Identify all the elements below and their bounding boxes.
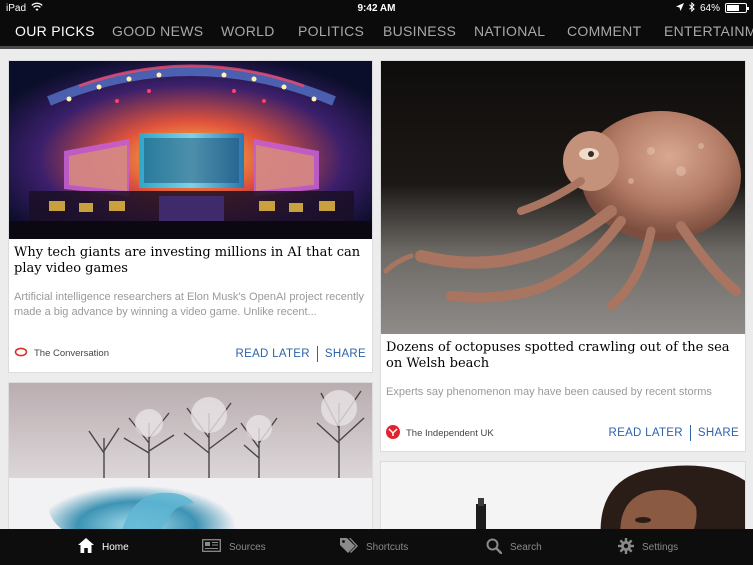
- tab-our-picks[interactable]: OUR PICKS: [15, 16, 95, 46]
- article-summary[interactable]: Artificial intelligence researchers at E…: [14, 290, 364, 320]
- tab-entertainment[interactable]: ENTERTAINMENT: [664, 16, 753, 46]
- article-image-esports-arena[interactable]: [9, 61, 372, 239]
- tab-business[interactable]: BUSINESS: [383, 16, 456, 46]
- tags-icon: [340, 538, 358, 556]
- nav-settings[interactable]: Settings: [618, 529, 678, 565]
- nav-label: Sources: [229, 541, 266, 553]
- nav-sources[interactable]: Sources: [202, 529, 266, 565]
- battery-percent: 64%: [699, 2, 720, 14]
- independent-eagle-logo-icon: [386, 425, 400, 442]
- tab-politics[interactable]: POLITICS: [298, 16, 364, 46]
- article-card-portrait[interactable]: [380, 461, 746, 529]
- read-later-button[interactable]: READ LATER: [236, 348, 310, 360]
- divider: [316, 346, 318, 362]
- tab-national[interactable]: NATIONAL: [474, 16, 545, 46]
- article-feed[interactable]: Why tech giants are investing millions i…: [0, 49, 753, 529]
- article-title[interactable]: Dozens of octopuses spotted crawling out…: [386, 340, 737, 371]
- nav-label: Shortcuts: [366, 541, 409, 553]
- nav-label: Search: [510, 541, 542, 553]
- article-summary[interactable]: Experts say phenomenon may have been cau…: [386, 385, 737, 400]
- nav-home[interactable]: Home: [78, 529, 129, 565]
- bluetooth-icon: [689, 1, 695, 15]
- newspaper-icon: [202, 539, 221, 555]
- article-image-woman-portrait[interactable]: [381, 462, 745, 529]
- article-image-octopus-beach[interactable]: [381, 61, 745, 334]
- divider: [689, 425, 691, 441]
- the-conversation-logo-icon: [14, 347, 28, 360]
- category-tabs: OUR PICKS GOOD NEWS WORLD POLITICS BUSIN…: [0, 16, 753, 49]
- article-source[interactable]: The Conversation: [14, 347, 109, 360]
- article-actions: READ LATER SHARE: [609, 425, 739, 441]
- source-name: The Conversation: [34, 348, 109, 359]
- tab-world[interactable]: WORLD: [221, 16, 275, 46]
- search-icon: [486, 538, 503, 557]
- clock: 9:42 AM: [357, 2, 396, 14]
- battery-icon: [725, 3, 749, 13]
- nav-label: Settings: [642, 541, 679, 553]
- article-actions: READ LATER SHARE: [236, 346, 366, 362]
- article-source[interactable]: The Independent UK: [386, 425, 494, 442]
- bottom-navigation: Home Sources Shortcuts Search Settings: [0, 529, 753, 565]
- location-icon: [675, 2, 684, 14]
- nav-label: Home: [102, 541, 129, 553]
- home-icon: [78, 538, 94, 556]
- status-bar: iPad 9:42 AM 64%: [0, 0, 753, 16]
- article-image-frozen-trees[interactable]: [9, 383, 372, 529]
- nav-search[interactable]: Search: [486, 529, 542, 565]
- share-button[interactable]: SHARE: [325, 348, 366, 360]
- article-card-winter[interactable]: [8, 382, 373, 529]
- share-button[interactable]: SHARE: [698, 427, 739, 439]
- gear-icon: [618, 537, 634, 557]
- article-card-octopus[interactable]: Dozens of octopuses spotted crawling out…: [380, 60, 746, 452]
- tab-comment[interactable]: COMMENT: [567, 16, 641, 46]
- nav-shortcuts[interactable]: Shortcuts: [340, 529, 408, 565]
- tab-good-news[interactable]: GOOD NEWS: [112, 16, 203, 46]
- read-later-button[interactable]: READ LATER: [609, 427, 683, 439]
- article-card-ai-games[interactable]: Why tech giants are investing millions i…: [8, 60, 373, 373]
- wifi-icon: [31, 2, 43, 15]
- article-title[interactable]: Why tech giants are investing millions i…: [14, 245, 364, 276]
- source-name: The Independent UK: [406, 428, 494, 439]
- device-name: iPad: [6, 2, 27, 14]
